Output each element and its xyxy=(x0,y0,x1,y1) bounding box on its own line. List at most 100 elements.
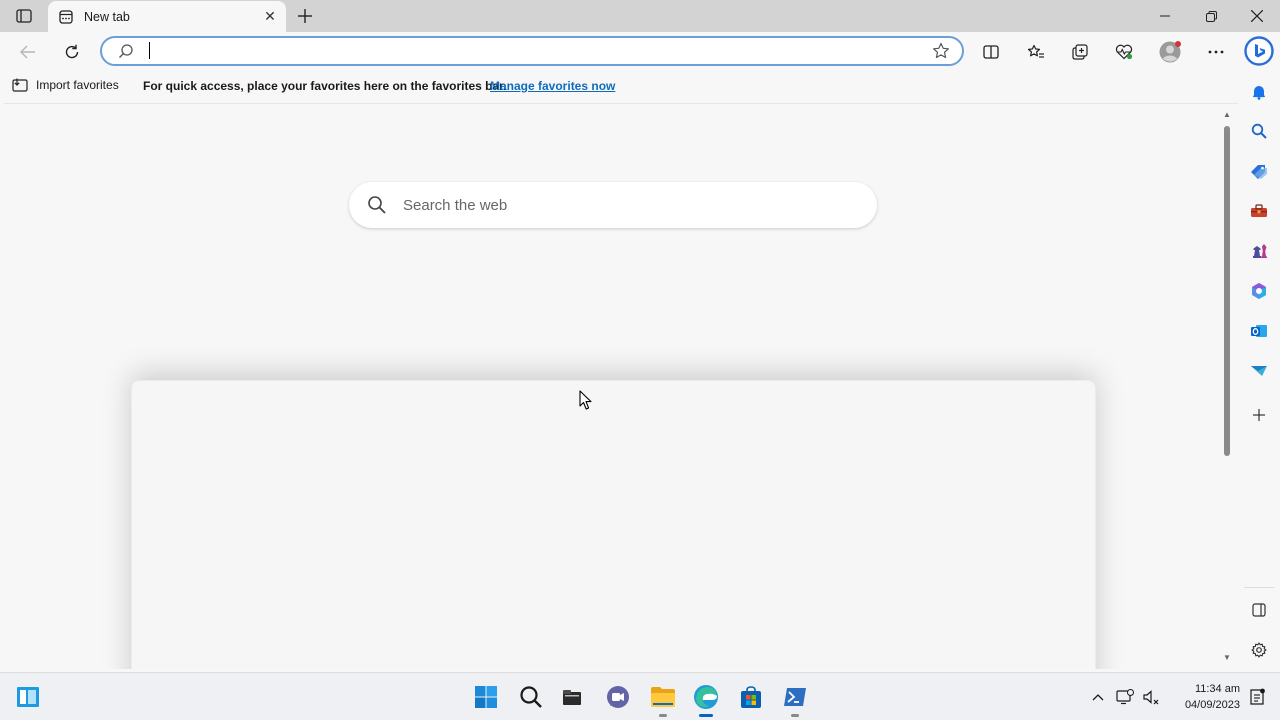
import-favorites-label: Import favorites xyxy=(36,78,119,92)
bell-icon xyxy=(1253,86,1265,100)
edge-sidebar xyxy=(1238,72,1280,670)
sidebar-item-notifications[interactable] xyxy=(1246,79,1272,105)
search-icon xyxy=(1251,123,1267,139)
plus-icon xyxy=(298,9,312,23)
heart-pulse-icon xyxy=(1115,44,1133,60)
content-feed-panel xyxy=(131,380,1096,669)
clock-time: 11:34 am xyxy=(1194,683,1240,695)
profile-button[interactable] xyxy=(1154,36,1186,68)
tab-close-icon[interactable]: ✕ xyxy=(258,5,282,29)
split-screen-button[interactable] xyxy=(975,36,1007,68)
favorites-list-icon xyxy=(1027,44,1044,58)
sidebar-item-microsoft-365[interactable] xyxy=(1246,278,1272,304)
tab-actions-icon xyxy=(16,9,32,23)
close-window-button[interactable] xyxy=(1234,0,1280,32)
sidebar-item-drop[interactable] xyxy=(1246,358,1272,384)
refresh-icon xyxy=(65,44,79,59)
notification-center-button[interactable] xyxy=(1246,685,1268,709)
show-hidden-icons-button[interactable] xyxy=(1087,685,1109,709)
teams-chat-icon xyxy=(607,686,629,708)
sidebar-item-shopping[interactable] xyxy=(1246,158,1272,184)
clock-date: 04/09/2023 xyxy=(1184,699,1240,711)
back-button[interactable] xyxy=(12,36,44,68)
taskbar-search-button[interactable] xyxy=(515,681,547,713)
new-tab-page: Search the web xyxy=(4,103,1238,669)
shopping-tag-icon xyxy=(1251,165,1267,179)
manage-favorites-link[interactable]: Manage favorites now xyxy=(490,79,615,93)
search-icon xyxy=(118,43,134,64)
minimize-icon xyxy=(1160,15,1170,17)
sidebar-item-outlook[interactable] xyxy=(1246,318,1272,344)
address-bar[interactable] xyxy=(100,36,964,66)
taskbar-store-button[interactable] xyxy=(735,681,767,713)
taskbar-file-manager-button[interactable] xyxy=(556,681,588,713)
minimize-button[interactable] xyxy=(1142,0,1188,32)
refresh-button[interactable] xyxy=(56,36,88,68)
restore-button[interactable] xyxy=(1188,0,1234,32)
file-explorer-icon xyxy=(651,687,675,707)
taskbar-clock[interactable]: 11:34 am 04/09/2023 xyxy=(1170,681,1240,713)
taskbar-edge-button[interactable] xyxy=(690,681,722,717)
scroll-down-arrow-icon[interactable]: ▼ xyxy=(1223,653,1231,662)
import-favorites-button[interactable]: Import favorites xyxy=(12,78,119,92)
windows-taskbar: 11:34 am 04/09/2023 xyxy=(0,672,1280,720)
sidebar-item-settings[interactable] xyxy=(1246,637,1272,663)
page-scrollbar[interactable]: ▲ ▼ xyxy=(1220,108,1234,664)
taskbar-start-button[interactable] xyxy=(470,681,502,713)
favorites-button[interactable] xyxy=(1020,36,1052,68)
chess-piece-icon xyxy=(1253,244,1267,258)
new-tab-favicon-icon xyxy=(58,9,74,25)
collections-button[interactable] xyxy=(1064,36,1096,68)
title-bar: New tab ✕ xyxy=(0,0,1280,32)
bing-icon xyxy=(1244,36,1274,66)
bing-copilot-button[interactable] xyxy=(1242,34,1276,68)
network-icon xyxy=(1116,689,1134,705)
sidebar-item-games[interactable] xyxy=(1246,238,1272,264)
favorites-bar-message: For quick access, place your favorites h… xyxy=(143,79,507,93)
back-arrow-icon xyxy=(20,45,35,59)
search-icon xyxy=(368,196,386,214)
restore-icon xyxy=(1205,10,1217,22)
chevron-up-icon xyxy=(1092,694,1104,701)
web-search-box[interactable]: Search the web xyxy=(349,182,877,228)
sidebar-divider xyxy=(1244,587,1274,588)
taskbar-file-explorer-button[interactable] xyxy=(647,681,679,717)
address-input[interactable] xyxy=(148,41,908,61)
folder-dark-icon xyxy=(563,690,581,705)
taskbar-terminal-button[interactable] xyxy=(779,681,811,717)
toolbox-icon xyxy=(1251,204,1267,217)
sidebar-item-search[interactable] xyxy=(1246,118,1272,144)
tab-new-tab[interactable]: New tab ✕ xyxy=(48,1,286,32)
taskbar-teams-chat-button[interactable] xyxy=(602,681,634,713)
mouse-cursor-icon xyxy=(579,390,592,410)
browser-toolbar xyxy=(0,32,1280,72)
desktop-widget-button[interactable] xyxy=(12,681,44,713)
sidebar-item-tools[interactable] xyxy=(1246,198,1272,224)
plus-icon xyxy=(1253,409,1265,421)
more-dots-icon xyxy=(1208,50,1224,54)
drop-send-icon xyxy=(1251,366,1267,376)
web-search-placeholder: Search the web xyxy=(403,196,508,214)
network-status-button[interactable] xyxy=(1114,685,1136,709)
browser-essentials-button[interactable] xyxy=(1108,36,1140,68)
tab-actions-button[interactable] xyxy=(10,6,38,26)
scrollbar-thumb[interactable] xyxy=(1224,126,1230,456)
avatar-icon xyxy=(1159,41,1181,63)
edge-icon xyxy=(694,685,718,709)
microsoft-store-icon xyxy=(741,686,761,708)
sidebar-item-hide-sidebar[interactable] xyxy=(1246,597,1272,623)
windows-start-icon xyxy=(475,686,497,708)
scroll-up-arrow-icon[interactable]: ▲ xyxy=(1223,110,1231,119)
widgets-icon xyxy=(17,687,39,707)
running-indicator xyxy=(791,714,799,717)
new-tab-button[interactable] xyxy=(292,4,318,28)
import-icon xyxy=(12,78,28,92)
outlook-icon xyxy=(1251,325,1267,337)
add-favorite-star-icon[interactable] xyxy=(932,42,950,65)
volume-button[interactable] xyxy=(1140,685,1162,709)
settings-and-more-button[interactable] xyxy=(1200,36,1232,68)
microsoft-365-icon xyxy=(1252,283,1266,299)
sidebar-item-add[interactable] xyxy=(1246,402,1272,428)
close-icon xyxy=(1251,10,1263,22)
active-app-indicator xyxy=(699,714,713,717)
